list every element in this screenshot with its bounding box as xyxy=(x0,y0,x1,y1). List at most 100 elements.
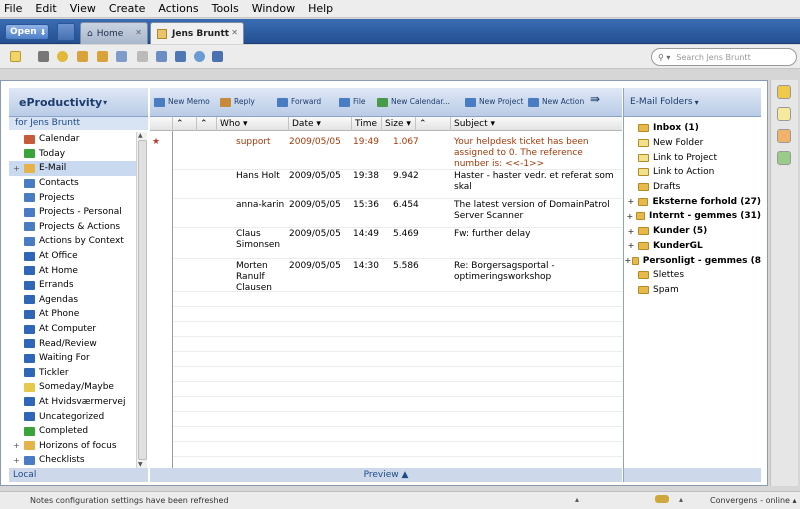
folder-item[interactable]: Drafts xyxy=(624,180,761,195)
column-size[interactable]: Size ▾ xyxy=(381,117,415,131)
attachment-column[interactable]: ⌃ xyxy=(196,117,216,131)
column-who[interactable]: Who ▾ xyxy=(216,117,288,131)
folder-item[interactable]: Inbox (1) xyxy=(624,121,761,136)
expand-icon[interactable]: + xyxy=(9,456,24,465)
replicate-icon[interactable] xyxy=(57,51,68,62)
menu-window[interactable]: Window xyxy=(252,2,295,15)
nav-item[interactable]: + Horizons of focus xyxy=(9,438,136,453)
tab-jens-bruntt[interactable]: Jens Bruntt ✕ xyxy=(150,22,244,44)
nav-item[interactable]: Projects & Actions xyxy=(9,220,136,235)
nav-item[interactable]: Waiting For xyxy=(9,351,136,366)
scroll-down-icon[interactable]: ▼ xyxy=(138,461,143,468)
action-file-button[interactable]: File xyxy=(339,97,366,107)
nav-item[interactable]: Projects xyxy=(9,190,136,205)
nav-item[interactable]: + Checklists xyxy=(9,453,136,468)
menu-view[interactable]: View xyxy=(70,2,96,15)
expand-icon[interactable]: + xyxy=(9,164,24,173)
folder-item[interactable]: Spam xyxy=(624,283,761,298)
binoculars-icon[interactable] xyxy=(175,51,186,62)
menu-help[interactable]: Help xyxy=(308,2,333,15)
expand-icon[interactable]: + xyxy=(624,227,638,236)
window-switch-icon[interactable] xyxy=(57,23,75,41)
nav-item[interactable]: At Computer xyxy=(9,322,136,337)
nav-item[interactable]: Contacts xyxy=(9,176,136,191)
refresh-icon[interactable] xyxy=(116,51,127,62)
print-icon[interactable] xyxy=(38,51,49,62)
nav-item[interactable]: Actions by Context xyxy=(9,234,136,249)
expand-icon[interactable]: + xyxy=(624,241,638,250)
action-forward-button[interactable]: Forward xyxy=(277,97,321,107)
message-row[interactable]: Claus Simonsen 2009/05/05 14:49 5.469 Fw: fu… xyxy=(150,229,622,259)
nav-item[interactable]: Agendas xyxy=(9,293,136,308)
nav-item[interactable]: At Hvidsværmervej xyxy=(9,395,136,410)
nav-item[interactable]: Completed xyxy=(9,424,136,439)
expand-icon[interactable]: + xyxy=(9,441,24,450)
sync-icon[interactable] xyxy=(194,51,205,62)
tab-home[interactable]: ⌂ Home ✕ xyxy=(80,22,148,44)
folder-item[interactable]: New Folder xyxy=(624,136,761,151)
message-row[interactable]: Morten Ranulf Clausen 2009/05/05 14:30 5.58… xyxy=(150,261,622,301)
folder-item[interactable]: + KunderGL xyxy=(624,239,761,254)
nav-item[interactable]: Errands xyxy=(9,278,136,293)
expand-icon[interactable]: + xyxy=(624,256,632,265)
navigator-header[interactable]: eProductivity ▾ xyxy=(9,88,148,117)
action-new-memo-button[interactable]: New Memo xyxy=(154,97,210,107)
column-subject[interactable]: Subject ▾ xyxy=(450,117,622,131)
sort-column[interactable]: ⌃ xyxy=(172,117,196,131)
navigator-scrollbar[interactable]: ▲ ▼ xyxy=(136,132,147,468)
bookmark-icon[interactable] xyxy=(77,51,88,62)
nav-item[interactable]: Calendar xyxy=(9,132,136,147)
new-icon[interactable] xyxy=(10,51,21,62)
column-flag[interactable]: ⌃ xyxy=(415,117,450,131)
expand-icon[interactable]: + xyxy=(624,212,636,221)
status-arrow-icon[interactable]: ▴ xyxy=(575,495,579,504)
close-icon[interactable]: ✕ xyxy=(231,28,238,37)
menu-file[interactable]: File xyxy=(4,2,22,15)
search-input[interactable]: ⚲ ▾ Search Jens Bruntt xyxy=(651,48,797,66)
status-arrow-icon[interactable]: ▴ xyxy=(679,495,683,504)
feeds-icon[interactable] xyxy=(777,129,791,143)
scroll-up-icon[interactable]: ▲ xyxy=(138,132,143,139)
sametime-icon[interactable] xyxy=(777,85,791,99)
nav-item[interactable]: Read/Review xyxy=(9,336,136,351)
action-reply-button[interactable]: Reply xyxy=(220,97,255,107)
open-button[interactable]: Open ⬇ xyxy=(5,24,49,40)
nav-item[interactable]: Projects - Personal xyxy=(9,205,136,220)
message-row[interactable]: ★ support 2009/05/05 19:49 1.067 Your helpdes… xyxy=(150,137,622,169)
folder-item[interactable]: + Internt - gemmes (31) xyxy=(624,209,761,224)
more-actions-icon[interactable]: ⇛ xyxy=(590,92,600,106)
menu-create[interactable]: Create xyxy=(109,2,146,15)
folder-item[interactable]: Link to Project xyxy=(624,150,761,165)
nav-item[interactable]: Today xyxy=(9,147,136,162)
day-at-a-glance-icon[interactable] xyxy=(777,151,791,165)
column-date[interactable]: Date ▾ xyxy=(288,117,351,131)
scrollbar-thumb[interactable] xyxy=(138,140,147,460)
nav-item[interactable]: Tickler xyxy=(9,366,136,381)
nav-item[interactable]: Uncategorized xyxy=(9,409,136,424)
star-icon[interactable] xyxy=(777,107,791,121)
nav-item[interactable]: Someday/Maybe xyxy=(9,380,136,395)
nav-item[interactable]: At Phone xyxy=(9,307,136,322)
message-row[interactable]: Hans Holt 2009/05/05 19:38 9.942 Haster - ha… xyxy=(150,171,622,198)
bookmark-add-icon[interactable] xyxy=(97,51,108,62)
action-new-calendar-button[interactable]: New Calendar... xyxy=(377,97,450,107)
nav-item[interactable]: + E-Mail xyxy=(9,161,136,176)
nav-item[interactable]: At Home xyxy=(9,263,136,278)
cut-icon[interactable] xyxy=(137,51,148,62)
preview-toggle[interactable]: Preview ▲ xyxy=(150,468,622,482)
menu-tools[interactable]: Tools xyxy=(212,2,239,15)
folder-item[interactable]: + Personligt - gemmes (8 xyxy=(624,253,761,268)
location-status[interactable]: Convergens - online ▴ xyxy=(710,496,797,505)
folder-item[interactable]: + Eksterne forhold (27) xyxy=(624,194,761,209)
folder-item[interactable]: + Kunder (5) xyxy=(624,224,761,239)
close-icon[interactable]: ✕ xyxy=(135,28,142,37)
folder-item[interactable]: Link to Action xyxy=(624,165,761,180)
action-new-project-button[interactable]: New Project xyxy=(465,97,523,107)
layout-icon[interactable] xyxy=(212,51,223,62)
folder-item[interactable]: Slettes xyxy=(624,268,761,283)
menu-edit[interactable]: Edit xyxy=(35,2,56,15)
nav-item[interactable]: At Office xyxy=(9,249,136,264)
action-new-action-button[interactable]: New Action xyxy=(528,97,584,107)
message-row[interactable]: anna-karin 2009/05/05 15:36 6.454 The latest… xyxy=(150,200,622,227)
column-time[interactable]: Time xyxy=(351,117,381,131)
